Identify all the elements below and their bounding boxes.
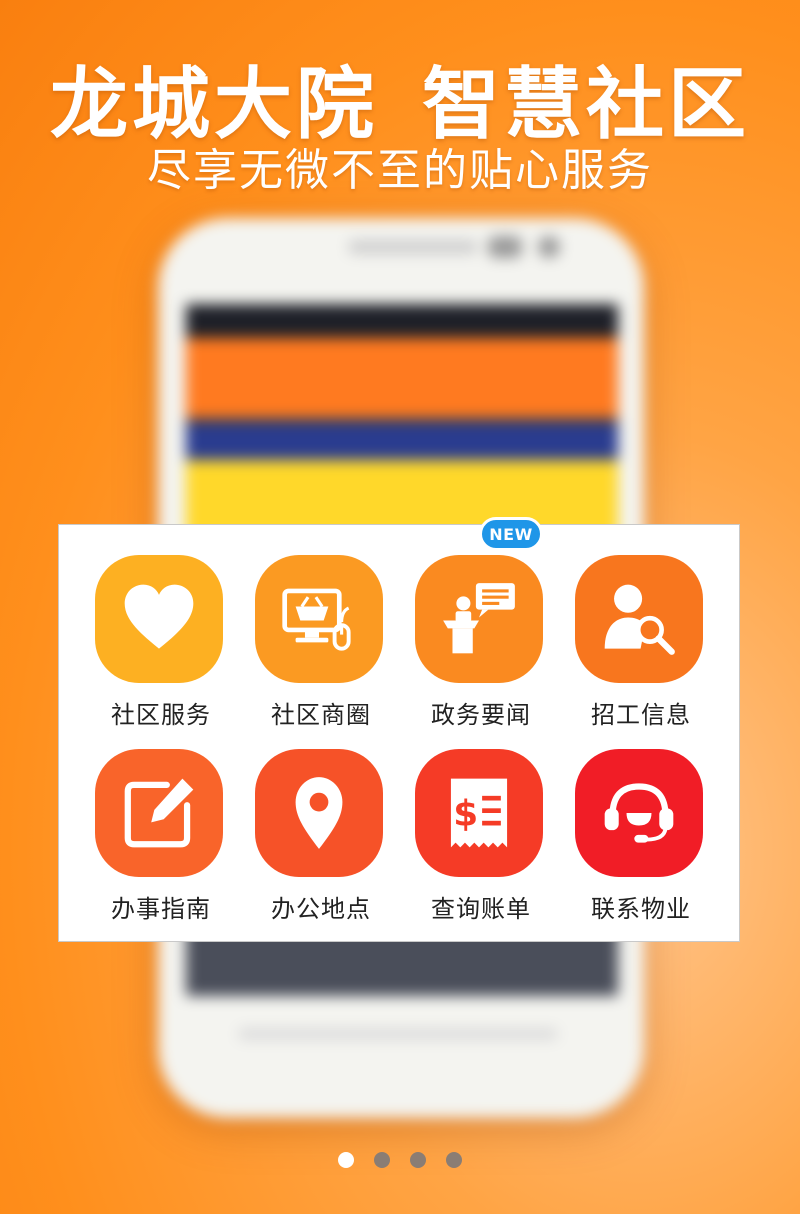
- headset-icon: [575, 749, 703, 877]
- feature-label: 办公地点: [271, 895, 371, 923]
- feature-service-guide[interactable]: 办事指南: [81, 749, 241, 943]
- feature-label: 社区商圈: [271, 701, 371, 729]
- feature-label: 招工信息: [591, 701, 691, 729]
- splash-screen: 龙城大院 智慧社区 尽享无微不至的贴心服务 社区服务 社区商圈 政务要闻 招工信…: [0, 0, 800, 1214]
- page-indicator: [0, 1152, 800, 1170]
- feature-office-location[interactable]: 办公地点: [241, 749, 401, 943]
- feature-label: 政务要闻: [431, 701, 531, 729]
- feature-community-service[interactable]: 社区服务: [81, 555, 241, 749]
- heart-icon: [95, 555, 223, 683]
- new-badge: NEW: [479, 517, 543, 551]
- edit-icon: [95, 749, 223, 877]
- feature-government-news[interactable]: 政务要闻: [401, 555, 561, 749]
- location-pin-icon: [255, 749, 383, 877]
- feature-label: 查询账单: [431, 895, 531, 923]
- feature-label: 社区服务: [111, 701, 211, 729]
- feature-label: 联系物业: [591, 895, 691, 923]
- page-dot-3[interactable]: [410, 1152, 426, 1168]
- app-subtitle: 尽享无微不至的贴心服务: [147, 145, 653, 196]
- feature-query-bill[interactable]: $ 查询账单: [401, 749, 561, 943]
- person-search-icon: [575, 555, 703, 683]
- feature-community-shopping[interactable]: 社区商圈: [241, 555, 401, 749]
- feature-panel: 社区服务 社区商圈 政务要闻 招工信息 办事指南 办公地点 $ 查询账单 联系物…: [58, 517, 740, 943]
- feature-job-info[interactable]: 招工信息: [561, 555, 721, 749]
- feature-contact-property[interactable]: 联系物业: [561, 749, 721, 943]
- page-dot-2[interactable]: [374, 1152, 390, 1168]
- feature-grid: 社区服务 社区商圈 政务要闻 招工信息 办事指南 办公地点 $ 查询账单 联系物…: [81, 555, 721, 943]
- shopping-monitor-icon: [255, 555, 383, 683]
- svg-text:$: $: [453, 793, 478, 834]
- bill-icon: $: [415, 749, 543, 877]
- speaker-podium-icon: [415, 555, 543, 683]
- page-dot-1[interactable]: [338, 1152, 354, 1168]
- page-dot-4[interactable]: [446, 1152, 462, 1168]
- feature-label: 办事指南: [111, 895, 211, 923]
